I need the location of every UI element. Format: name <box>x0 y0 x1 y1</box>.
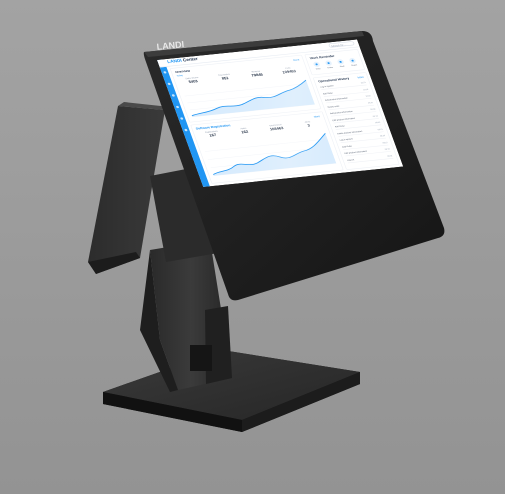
operation-text: Log in system <box>319 84 334 89</box>
operation-time: 10:18 <box>362 87 369 91</box>
cable-port <box>190 345 212 371</box>
quick-access-label: Sales <box>315 67 321 71</box>
overview-subtab-today[interactable]: Today <box>176 74 183 77</box>
operation-text: Log in system <box>339 137 354 142</box>
operation-time: 08:22 <box>381 140 388 144</box>
quick-access-item[interactable]: Report <box>346 57 360 66</box>
registration-stat: Alerts 3 <box>292 119 324 129</box>
overview-line-chart <box>184 79 315 118</box>
registration-stat: Registrations 167 <box>196 129 228 139</box>
overview-title: Overview <box>174 69 191 75</box>
operation-text: Delete order <box>327 104 340 109</box>
registration-line-chart <box>204 132 337 176</box>
stock-icon <box>336 58 345 65</box>
search-input[interactable]: Search for... <box>328 41 355 48</box>
nav-products-icon[interactable] <box>171 94 176 97</box>
registration-stat: Total Amount 108463 <box>260 122 292 132</box>
overview-more-link[interactable]: More <box>293 58 300 62</box>
nav-users-icon[interactable] <box>180 117 184 120</box>
operational-history-more-link[interactable]: More <box>357 75 364 79</box>
overview-stat: Profit 109463 <box>273 66 305 76</box>
quick-access-label: Orders <box>326 65 334 69</box>
orders-icon <box>324 60 333 67</box>
operation-text: Add Order <box>341 144 353 148</box>
operation-time: 08:55 <box>374 121 381 124</box>
operation-time: 08:30 <box>379 134 386 138</box>
operation-text: Log out <box>346 158 355 162</box>
operation-time: 10:02 <box>365 94 371 98</box>
operation-time: 10:21 <box>360 81 367 85</box>
work-reminder-card: Work Reminder Sales Orders Stock Report <box>304 49 366 76</box>
app-title-accent: LANDI <box>166 58 183 65</box>
app-title-rest: Center <box>182 57 199 63</box>
quick-access-label: Stock <box>339 64 345 68</box>
overview-stat: Revenue 79846 <box>241 69 273 79</box>
operation-text: Add Order <box>334 124 346 128</box>
overview-stat: Sales Volume 5403 <box>177 75 209 85</box>
operation-time: 08:02 <box>386 154 393 158</box>
operation-text: Delete product information <box>336 129 363 135</box>
operation-text: Add product information <box>329 110 353 115</box>
registration-stat: Active 162 <box>228 126 260 136</box>
operation-text: Edit product information <box>324 96 349 102</box>
sales-icon <box>312 61 321 68</box>
nav-reports-icon[interactable] <box>175 105 180 109</box>
registration-card: Software Registration More Registrations… <box>190 111 344 184</box>
report-icon <box>348 57 357 64</box>
operation-text: Edit product information <box>344 149 368 155</box>
app-title: LANDI Center <box>167 57 199 64</box>
quick-access-label: Report <box>350 63 358 67</box>
pos-terminal-scene: LANDI LANDI Center Search for... Overvie… <box>0 0 505 494</box>
operation-time: 09:47 <box>367 101 374 104</box>
operation-time: 09:30 <box>369 107 376 111</box>
overview-card: Overview More Today Sales Volume 5403 Tot… <box>169 54 322 123</box>
registration-more-link[interactable]: More <box>313 115 320 119</box>
nav-settings-icon[interactable] <box>184 128 188 132</box>
operation-time: 09:12 <box>372 114 379 118</box>
operation-time: 08:10 <box>384 147 391 151</box>
operation-text: Edit product information <box>331 116 356 122</box>
overview-stat: Total Orders 851 <box>209 72 241 82</box>
operation-time: 08:41 <box>377 127 383 131</box>
nav-orders-icon[interactable] <box>167 82 171 86</box>
operation-text: Add Order <box>322 91 333 95</box>
nav-home-icon[interactable] <box>163 71 167 74</box>
